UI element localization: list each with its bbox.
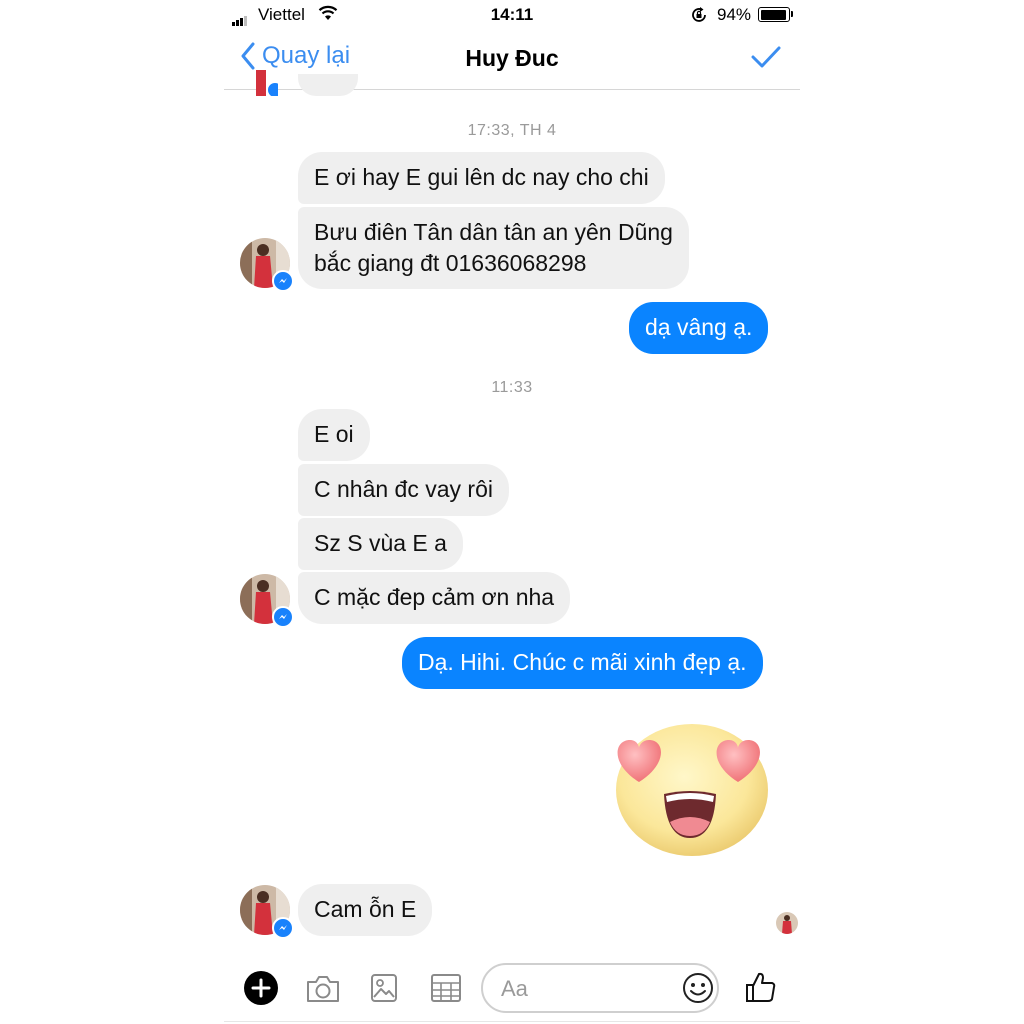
contact-avatar-partial — [248, 70, 278, 96]
heart-eyes-emoji[interactable] — [606, 720, 772, 865]
battery-icon — [758, 7, 790, 22]
message-bubble-incoming[interactable]: E oi — [298, 409, 370, 461]
bottom-divider — [224, 1021, 800, 1022]
battery-percent: 94% — [717, 5, 752, 24]
messenger-badge-icon — [272, 917, 294, 939]
sticker-icon[interactable] — [430, 973, 462, 1008]
message-bubble-incoming[interactable]: Cam ỗn E — [298, 884, 433, 936]
message-bubble-outgoing[interactable]: dạ vâng ạ. — [629, 302, 769, 354]
camera-icon[interactable] — [305, 974, 341, 1009]
battery-tip — [791, 11, 793, 17]
messenger-badge-icon — [272, 606, 294, 628]
messenger-badge-icon — [272, 270, 294, 292]
message-bubble-outgoing[interactable]: Dạ. Hihi. Chúc c mãi xinh đẹp ạ. — [402, 637, 763, 689]
conversation-title[interactable]: Huy Đuc — [0, 45, 1024, 72]
timestamp: 11:33 — [491, 379, 533, 396]
status-time: 14:11 — [490, 5, 534, 24]
message-bubble-incoming[interactable]: C mặc đep cảm ơn nha — [298, 572, 571, 624]
message-bubble-incoming[interactable]: C nhân đc vay rôi — [298, 464, 509, 516]
timestamp: 17:33, TH 4 — [467, 122, 557, 139]
message-bubble-incoming[interactable]: E ơi hay E gui lên dc nay cho chi — [298, 152, 665, 204]
thumbs-up-icon[interactable] — [744, 970, 778, 1009]
message-bubble-incoming[interactable]: Bưu điên Tân dân tân an yên Dũng bắc gia… — [298, 207, 689, 289]
plus-icon[interactable] — [244, 971, 278, 1010]
message-bubble-incoming[interactable]: Sz S vùa E a — [298, 518, 463, 570]
emoji-icon[interactable] — [682, 972, 714, 1009]
checkmark-icon[interactable] — [750, 44, 782, 75]
seen-avatar — [776, 912, 798, 934]
photo-icon[interactable] — [370, 973, 398, 1008]
message-input-placeholder: Aa — [501, 976, 528, 1001]
message-bubble-partial[interactable] — [298, 74, 358, 96]
rotation-lock-icon — [690, 6, 708, 29]
